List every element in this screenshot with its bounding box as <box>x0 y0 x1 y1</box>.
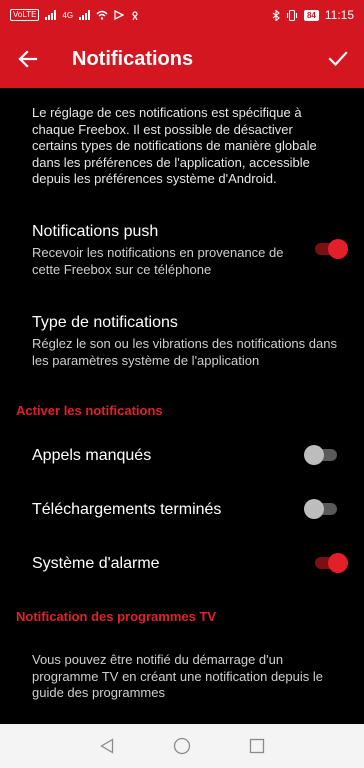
push-notifications-title: Notifications push <box>32 223 159 240</box>
status-right: 84 11:15 <box>272 8 354 22</box>
battery-icon: 84 <box>303 9 319 21</box>
section-header-tv: Notification des programmes TV <box>16 609 217 624</box>
nav-back-button[interactable] <box>92 731 122 761</box>
signal-icon <box>45 10 57 20</box>
status-clock: 11:15 <box>324 8 354 22</box>
downloads-finished-label: Téléchargements terminés <box>32 501 222 518</box>
notification-type-subtitle: Réglez le son ou les vibrations des noti… <box>32 336 337 368</box>
missed-calls-switch[interactable] <box>304 444 340 466</box>
alarm-system-switch[interactable] <box>312 552 348 574</box>
nav-home-button[interactable] <box>167 731 197 761</box>
confirm-button[interactable] <box>312 30 364 88</box>
signal-icon-2 <box>79 10 91 20</box>
downloads-finished-switch[interactable] <box>304 498 340 520</box>
app-bar: Notifications <box>0 30 364 88</box>
navigation-bar <box>0 724 364 768</box>
notification-type-title: Type de notifications <box>32 314 178 331</box>
bluetooth-icon <box>272 9 280 21</box>
network-type: 4G <box>62 10 74 20</box>
page-title: Notifications <box>72 47 194 70</box>
push-notifications-switch[interactable] <box>312 238 348 260</box>
vibrate-icon <box>286 9 298 21</box>
section-header-activate: Activer les notifications <box>16 403 163 418</box>
status-bar: VoLTE 4G 84 11:15 <box>0 0 364 30</box>
alarm-system-label: Système d'alarme <box>32 555 160 572</box>
back-button[interactable] <box>0 30 56 88</box>
square-recents-icon <box>249 738 264 754</box>
arrow-left-icon <box>18 50 38 68</box>
push-notifications-subtitle: Recevoir les notifications en provenance… <box>32 245 284 277</box>
alarm-notification-icon <box>132 11 138 20</box>
nav-recents-button[interactable] <box>242 731 272 761</box>
settings-list[interactable]: Le réglage de ces notifications est spéc… <box>0 88 364 724</box>
volte-badge: VoLTE <box>10 9 40 21</box>
intro-text: Le réglage de ces notifications est spéc… <box>32 105 317 186</box>
circle-home-icon <box>173 737 191 755</box>
wifi-icon <box>96 10 108 20</box>
status-left: VoLTE 4G <box>10 9 140 21</box>
freebox-notification-icon <box>114 10 125 20</box>
tv-programs-text: Vous pouvez être notifié du démarrage d'… <box>32 652 323 700</box>
missed-calls-label: Appels manqués <box>32 447 152 464</box>
triangle-back-icon <box>100 738 114 754</box>
check-icon <box>328 51 348 67</box>
